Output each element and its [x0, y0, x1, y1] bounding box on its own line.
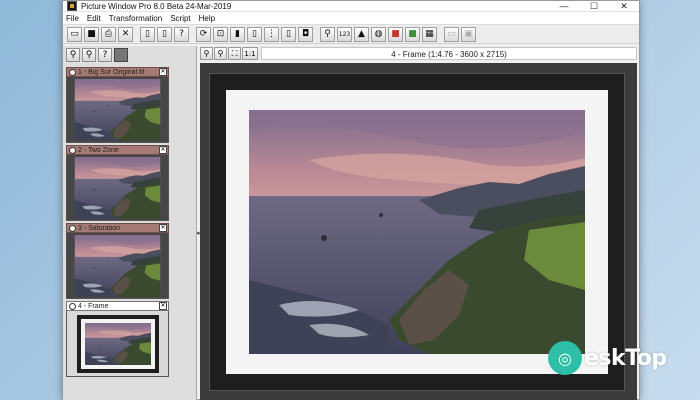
monitor-button[interactable]: ▭	[444, 26, 459, 42]
red-channel-button[interactable]: ■	[388, 26, 403, 42]
split-button[interactable]: ⋮	[264, 26, 279, 42]
close-button[interactable]: ✕	[609, 1, 639, 12]
radio-icon[interactable]	[69, 224, 76, 232]
crop-button[interactable]: ⊡	[213, 26, 228, 42]
menu-file[interactable]: File	[66, 14, 79, 23]
panel-splitter[interactable]: ◂	[196, 229, 200, 237]
thumbnail-title: 1 - Big Sur Original.tif	[78, 68, 145, 76]
thumbnail-item[interactable]: 4 - Frame ✕	[66, 301, 169, 377]
title-bar: Picture Window Pro 8.0 Beta 24-Mar-2019 …	[63, 1, 639, 12]
green-channel-button[interactable]: ■	[405, 26, 420, 42]
thumbnail-item[interactable]: 2 - Two Zone ✕	[66, 145, 169, 221]
value-button[interactable]: 123	[337, 26, 352, 42]
watermark-logo-icon: ◎	[548, 341, 582, 375]
watermark-text: eskTop	[584, 345, 667, 371]
compare-button[interactable]: ▮	[230, 26, 245, 42]
menu-bar: File Edit Transformation Script Help	[63, 12, 639, 24]
open-button[interactable]: ■	[84, 26, 99, 42]
help-button[interactable]: ?	[174, 26, 189, 42]
zoom-in-icon[interactable]: ⚲	[66, 48, 80, 62]
actual-size-button[interactable]: 1:1	[242, 47, 258, 60]
close-icon[interactable]: ✕	[159, 224, 167, 232]
rotate-button[interactable]: ⟳	[196, 26, 211, 42]
thumbnail-title: 4 - Frame	[78, 302, 109, 310]
new-window-button[interactable]: ▭	[67, 26, 82, 42]
frame-button[interactable]: ▯	[281, 26, 296, 42]
thumbnail-image[interactable]	[66, 77, 169, 143]
radio-icon[interactable]	[69, 302, 76, 310]
image-list-panel: ⚲ ⚲ ? 1 - Big Sur Original.tif ✕ 2 - Two…	[63, 46, 197, 400]
picture-mat	[226, 90, 608, 374]
view-button[interactable]: ▯	[247, 26, 262, 42]
thumbnail-image[interactable]	[66, 233, 169, 299]
settings-button[interactable]: ▣	[461, 26, 476, 42]
grid-button[interactable]: ▦	[422, 26, 437, 42]
close-icon[interactable]: ✕	[159, 68, 167, 76]
watermark: ◎ eskTop	[548, 341, 667, 375]
help-icon[interactable]: ?	[98, 48, 112, 62]
zoom-out-icon[interactable]: ⚲	[82, 48, 96, 62]
close-icon[interactable]: ✕	[159, 302, 167, 310]
thumbnail-item[interactable]: 1 - Big Sur Original.tif ✕	[66, 67, 169, 143]
thumbnail-header: 4 - Frame ✕	[66, 301, 169, 311]
thumbnail-header: 1 - Big Sur Original.tif ✕	[66, 67, 169, 77]
viewer-toolbar: ⚲ ⚲ ⛶ 1:1 4 - Frame (1:4.76 - 3600 x 271…	[200, 46, 637, 61]
close-icon[interactable]: ✕	[159, 146, 167, 154]
thumbnail-title: 3 - Saturation	[78, 224, 121, 232]
thumbnail-header: 3 - Saturation ✕	[66, 223, 169, 233]
paste-button[interactable]: ▯	[157, 26, 172, 42]
zoom-in-icon[interactable]: ⚲	[200, 47, 213, 60]
minimize-button[interactable]: —	[549, 1, 579, 12]
zoom-out-icon[interactable]: ⚲	[214, 47, 227, 60]
radio-icon[interactable]	[69, 68, 76, 76]
landscape-photo[interactable]	[249, 110, 585, 354]
menu-help[interactable]: Help	[199, 14, 215, 23]
color-button[interactable]: ◍	[371, 26, 386, 42]
mask-button[interactable]: ◘	[298, 26, 313, 42]
thumbnail-image[interactable]	[66, 155, 169, 221]
menu-edit[interactable]: Edit	[87, 14, 101, 23]
image-window-title: 4 - Frame (1:4.76 - 3600 x 2715)	[261, 47, 637, 60]
app-window: Picture Window Pro 8.0 Beta 24-Mar-2019 …	[62, 0, 640, 400]
thumbnail-title: 2 - Two Zone	[78, 146, 119, 154]
thumbnail-item[interactable]: 3 - Saturation ✕	[66, 223, 169, 299]
loupe-button[interactable]: ⚲	[320, 26, 335, 42]
thumbnail-header: 2 - Two Zone ✕	[66, 145, 169, 155]
app-icon	[67, 1, 77, 11]
copy-button[interactable]: ▯	[140, 26, 155, 42]
close-image-button[interactable]: ✕	[118, 26, 133, 42]
fit-window-icon[interactable]: ⛶	[228, 47, 241, 60]
histogram-button[interactable]: ▲	[354, 26, 369, 42]
main-toolbar: ▭ ■ ⎙ ✕ ▯ ▯? ⟳ ⊡ ▮ ▯ ⋮ ▯ ◘ ⚲ 123 ▲ ◍ ■ ■ ▦ ▭ ▣	[63, 24, 639, 44]
thumbnail-image[interactable]	[66, 311, 169, 377]
thumbnail-mode-button[interactable]	[114, 48, 128, 62]
maximize-button[interactable]: ☐	[579, 1, 609, 12]
menu-transformation[interactable]: Transformation	[109, 14, 163, 23]
window-title: Picture Window Pro 8.0 Beta 24-Mar-2019	[81, 1, 232, 11]
print-button[interactable]: ⎙	[101, 26, 116, 42]
radio-icon[interactable]	[69, 146, 76, 154]
thumbnail-toolbar: ⚲ ⚲ ?	[63, 46, 196, 64]
menu-script[interactable]: Script	[170, 14, 190, 23]
